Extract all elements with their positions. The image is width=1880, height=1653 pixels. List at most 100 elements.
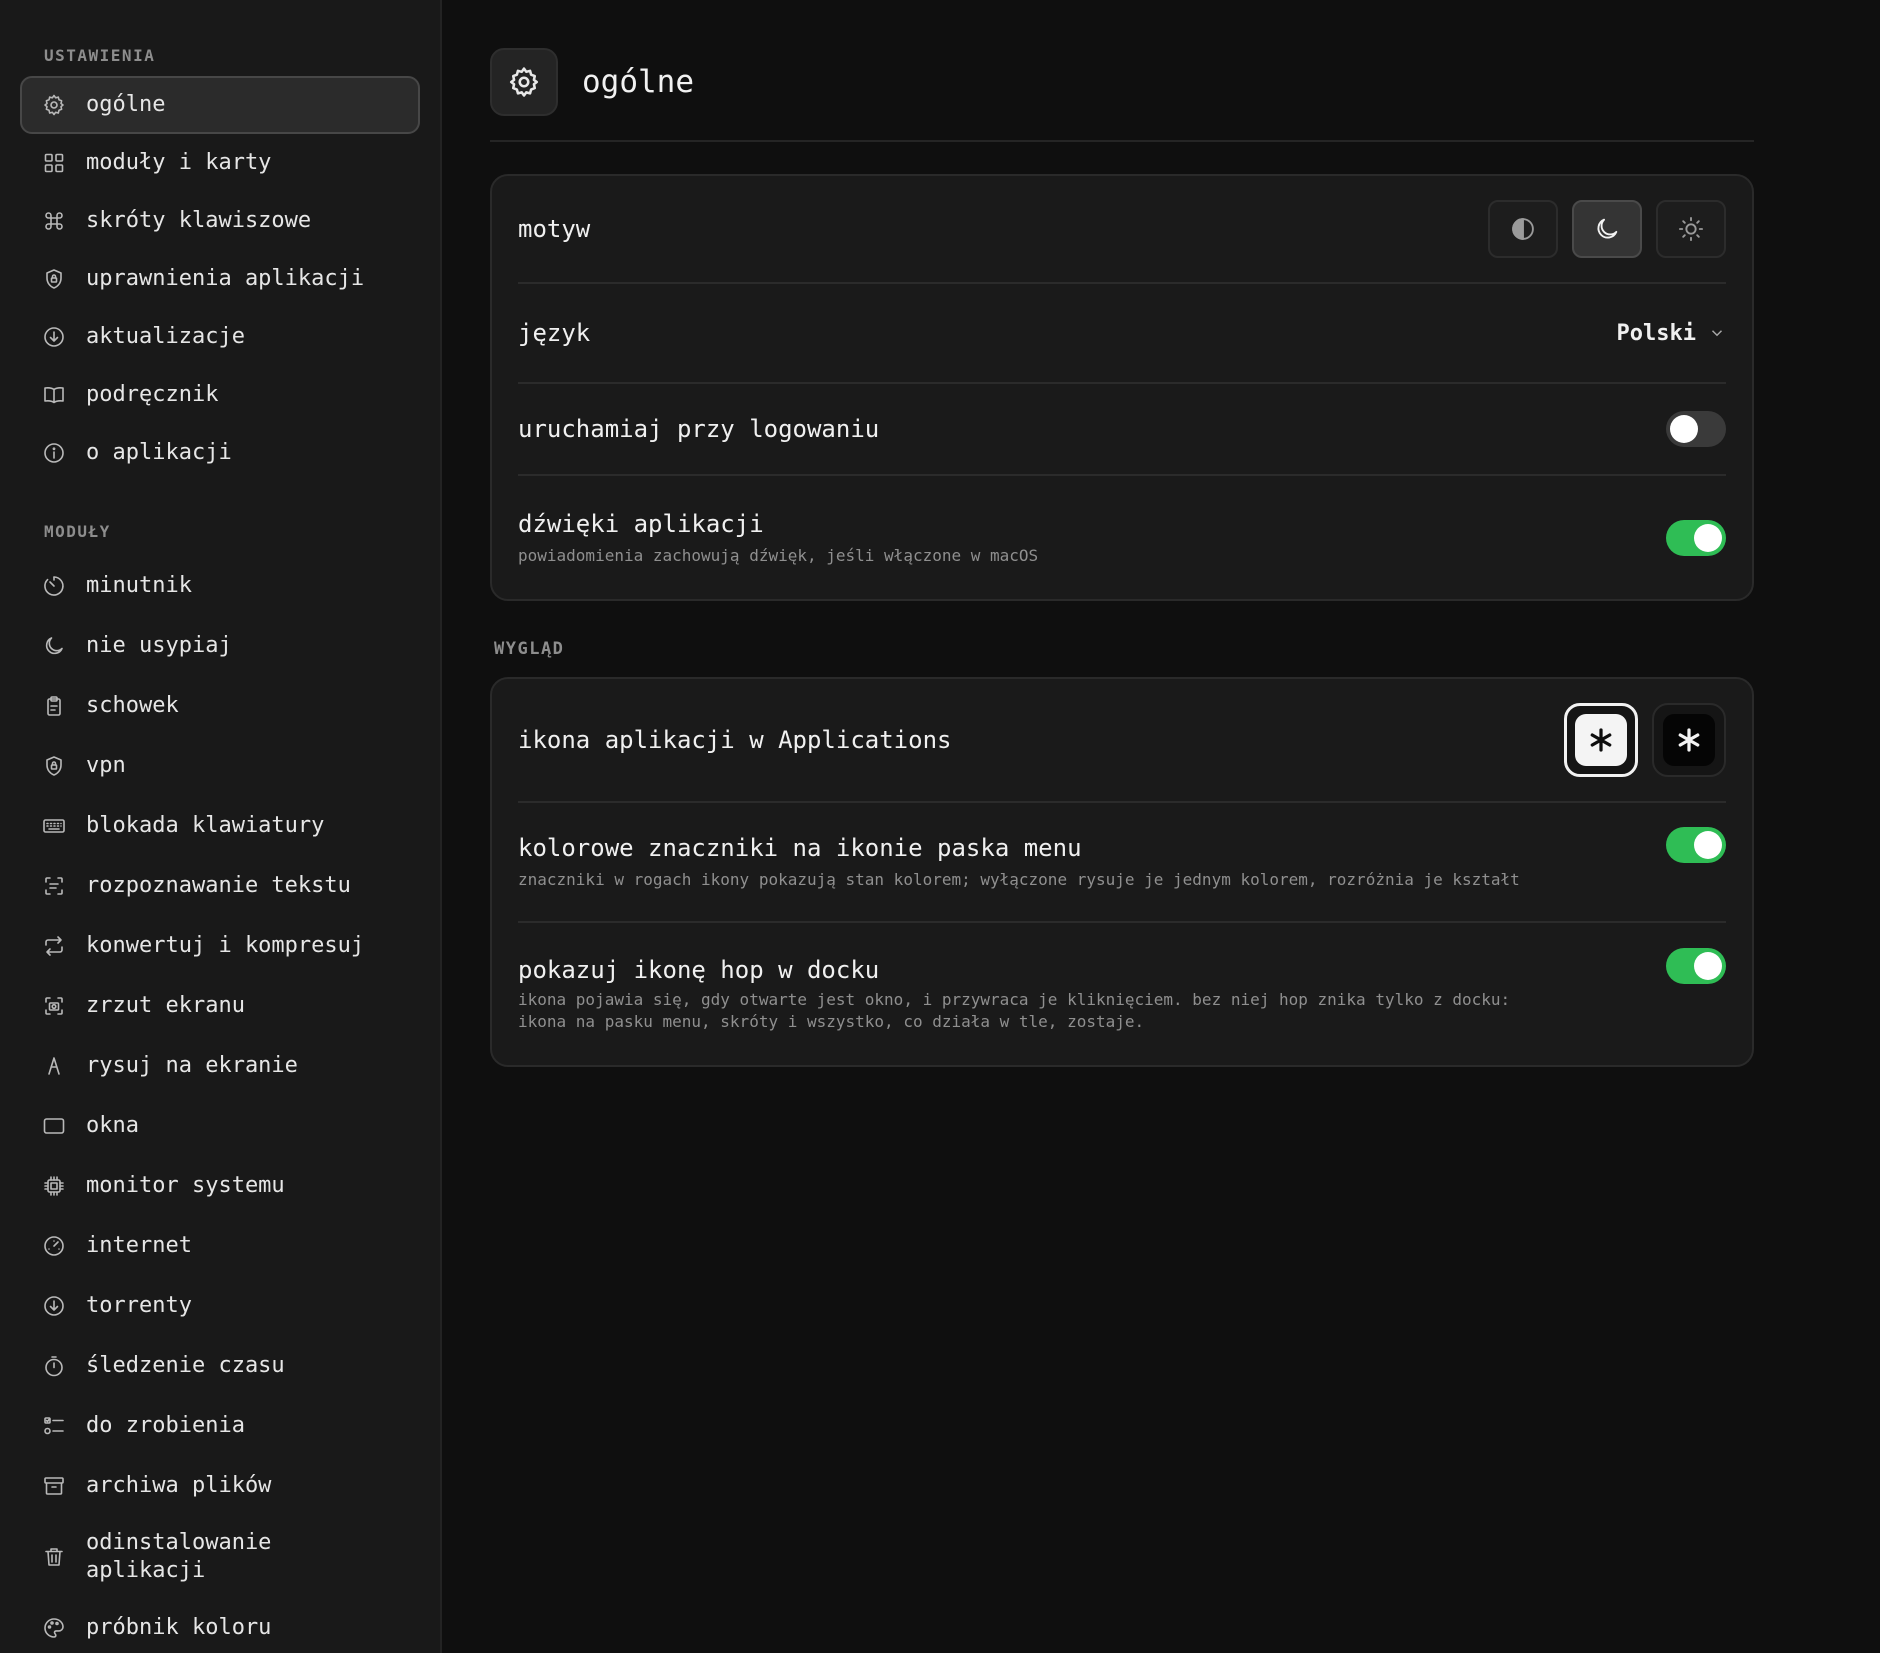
sidebar-item-label: minutnik [86,573,192,598]
window-icon [42,1114,66,1138]
theme-auto-button[interactable] [1488,200,1558,258]
download-circle-icon [42,1294,66,1318]
sidebar-item-label: vpn [86,753,126,778]
modules-nav: minutnik nie usypiaj schowek vpn blokada… [20,556,420,1653]
settings-window: USTAWIENIA ogólne moduły i karty skróty … [0,0,1880,1653]
language-row: język Polski [518,284,1726,384]
command-icon [42,209,66,233]
sidebar-item-archives[interactable]: archiwa plików [20,1456,420,1516]
settings-nav: ogólne moduły i karty skróty klawiszowe … [20,76,420,482]
gear-icon [490,48,558,116]
app-sounds-row: dźwięki aplikacji powiadomienia zachowuj… [518,476,1726,599]
sidebar: USTAWIENIA ogólne moduły i karty skróty … [0,0,442,1653]
theme-light-button[interactable] [1656,200,1726,258]
general-settings-card: motyw język Polski uruchamiaj przy logow… [490,174,1754,601]
show-dock-icon-text: pokazuj ikonę hop w docku ikona pojawia … [518,955,1666,1033]
sidebar-item-label: podręcznik [86,382,219,407]
sidebar-item-vpn[interactable]: vpn [20,736,420,796]
sidebar-section-settings: USTAWIENIA [44,46,156,65]
keyboard-icon [42,814,66,838]
app-icon-light-option[interactable] [1564,703,1638,777]
asterisk-icon [1663,714,1715,766]
sidebar-item-manual[interactable]: podręcznik [20,366,420,424]
cpu-icon [42,1174,66,1198]
sidebar-item-label: schowek [86,693,179,718]
sidebar-item-timer[interactable]: minutnik [20,556,420,616]
sidebar-item-permissions[interactable]: uprawnienia aplikacji [20,250,420,308]
colored-badges-text: kolorowe znaczniki na ikonie paska menu … [518,833,1666,891]
colored-badges-description: znaczniki w rogach ikony pokazują stan k… [518,870,1520,889]
sidebar-item-label: rozpoznawanie tekstu [86,873,351,898]
sidebar-item-color-picker[interactable]: próbnik koloru [20,1598,420,1653]
sidebar-item-clipboard[interactable]: schowek [20,676,420,736]
sidebar-item-keyboard-lock[interactable]: blokada klawiatury [20,796,420,856]
app-sounds-text: dźwięki aplikacji powiadomienia zachowuj… [518,509,1666,567]
sidebar-item-label: odinstalowanie aplikacji [86,1530,272,1583]
sidebar-item-todo[interactable]: do zrobienia [20,1396,420,1456]
sidebar-item-label: archiwa plików [86,1473,272,1498]
colored-badges-label: kolorowe znaczniki na ikonie paska menu [518,834,1082,862]
theme-selector [1488,200,1726,258]
language-select[interactable]: Polski [1617,321,1726,346]
app-icon-dark-option[interactable] [1652,703,1726,777]
sidebar-item-ocr[interactable]: rozpoznawanie tekstu [20,856,420,916]
toggle-knob [1694,952,1722,980]
sidebar-item-windows[interactable]: okna [20,1096,420,1156]
sidebar-item-torrents[interactable]: torrenty [20,1276,420,1336]
sidebar-item-label: okna [86,1113,139,1138]
sidebar-item-label: moduły i karty [86,150,272,175]
gear-icon [42,93,66,117]
app-sounds-toggle[interactable] [1666,519,1726,556]
sidebar-item-shortcuts[interactable]: skróty klawiszowe [20,192,420,250]
sidebar-item-screenshot[interactable]: zrzut ekranu [20,976,420,1036]
sidebar-item-label: zrzut ekranu [86,993,245,1018]
app-icon-choices [1564,703,1726,777]
chevron-down-icon [1711,330,1723,337]
sidebar-item-general[interactable]: ogólne [20,76,420,134]
download-circle-icon [42,325,66,349]
appearance-heading: WYGLĄD [494,639,565,659]
sidebar-item-label: torrenty [86,1293,192,1318]
launch-at-login-row: uruchamiaj przy logowaniu [518,384,1726,476]
sidebar-item-about[interactable]: o aplikacji [20,424,420,482]
show-dock-icon-description-line-2: ikona na pasku menu, skróty i wszystko, … [518,1012,1145,1031]
sidebar-item-modules[interactable]: moduły i karty [20,134,420,192]
sidebar-item-label: blokada klawiatury [86,813,325,838]
checklist-icon [42,1414,66,1438]
sidebar-item-label: konwertuj i kompresuj [86,933,365,958]
draw-icon [42,1054,66,1078]
sidebar-item-draw[interactable]: rysuj na ekranie [20,1036,420,1096]
sidebar-item-uninstall[interactable]: odinstalowanie aplikacji [20,1516,420,1598]
sidebar-item-updates[interactable]: aktualizacje [20,308,420,366]
appearance-settings-card: ikona aplikacji w Applications kolorowe … [490,677,1754,1067]
sidebar-item-no-sleep[interactable]: nie usypiaj [20,616,420,676]
palette-icon [42,1616,66,1640]
theme-dark-button[interactable] [1572,200,1642,258]
page-title: ogólne [582,64,694,100]
sidebar-item-label: próbnik koloru [86,1615,272,1640]
toggle-knob [1694,831,1722,859]
colored-badges-toggle[interactable] [1666,827,1726,863]
screenshot-icon [42,994,66,1018]
trash-icon [42,1545,66,1569]
toggle-knob [1670,415,1698,443]
stopwatch-icon [42,1354,66,1378]
speedometer-icon [42,1234,66,1258]
sidebar-item-label: monitor systemu [86,1173,285,1198]
launch-at-login-toggle[interactable] [1666,411,1726,447]
sidebar-item-convert[interactable]: konwertuj i kompresuj [20,916,420,976]
sidebar-item-label: śledzenie czasu [86,1353,285,1378]
archive-icon [42,1474,66,1498]
sidebar-item-system-monitor[interactable]: monitor systemu [20,1156,420,1216]
sidebar-item-label: internet [86,1233,192,1258]
sidebar-item-label: uprawnienia aplikacji [86,266,365,291]
contrast-icon [1512,218,1534,240]
theme-label: motyw [518,215,591,243]
language-value: Polski [1616,320,1696,346]
show-dock-icon-toggle[interactable] [1666,948,1726,984]
language-label: język [518,319,591,347]
sidebar-item-time-tracking[interactable]: śledzenie czasu [20,1336,420,1396]
theme-row: motyw [518,176,1726,284]
launch-at-login-label: uruchamiaj przy logowaniu [518,415,880,443]
sidebar-item-internet[interactable]: internet [20,1216,420,1276]
